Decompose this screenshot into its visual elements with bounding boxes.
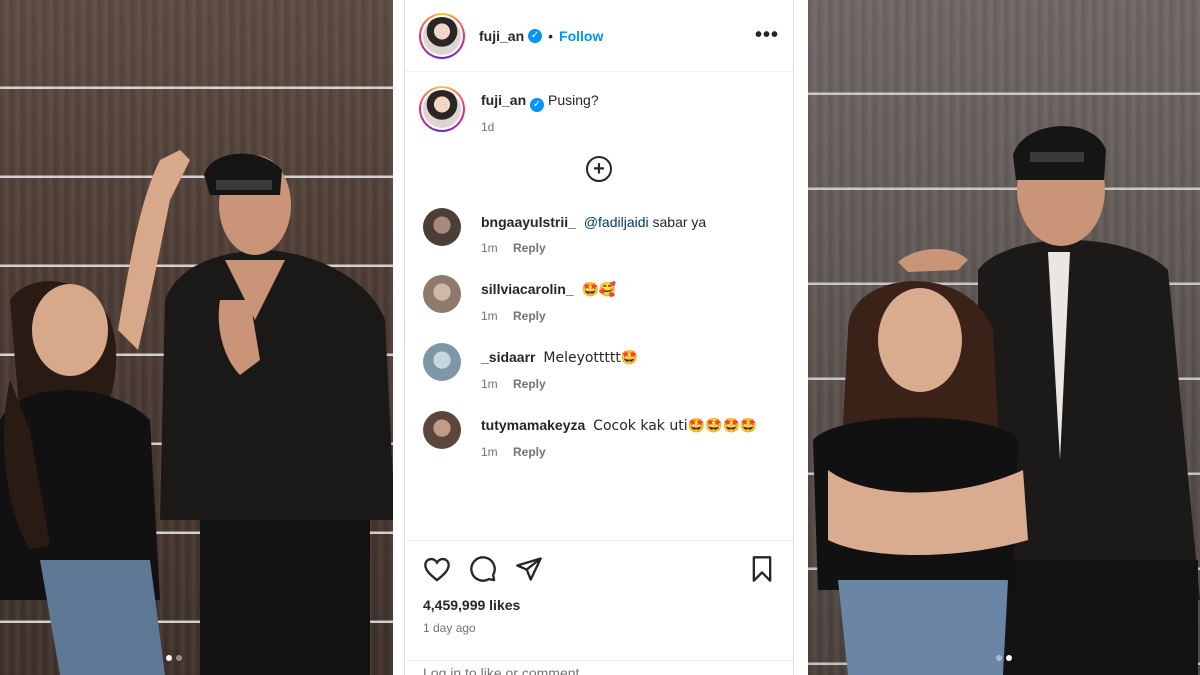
caption-age: 1d	[481, 120, 495, 134]
post-timestamp[interactable]: 1 day ago	[423, 621, 775, 635]
instagram-post-panel: fuji_an ✓ • Follow ••• fuji_an ✓ Pusing? …	[404, 0, 794, 675]
comment-age: 1m	[481, 377, 498, 391]
comment-item: bngaayulstrii_ @fadiljaidi sabar ya 1m R…	[405, 208, 793, 255]
carousel-dot[interactable]	[996, 655, 1002, 661]
caption-username[interactable]: fuji_an	[481, 92, 526, 108]
comment-avatar[interactable]	[423, 208, 461, 246]
avatar-image	[423, 16, 461, 55]
verified-badge-icon: ✓	[530, 98, 545, 112]
post-header: fuji_an ✓ • Follow •••	[405, 0, 793, 72]
follow-button[interactable]: Follow	[559, 28, 603, 44]
comment-age: 1m	[481, 445, 498, 459]
comment-icon[interactable]	[469, 555, 497, 583]
author-avatar[interactable]	[419, 12, 465, 59]
caption-avatar[interactable]	[419, 86, 465, 132]
bookmark-icon[interactable]	[749, 555, 775, 583]
carousel-dot[interactable]	[166, 655, 172, 661]
right-photo	[808, 0, 1200, 675]
comment-text: sabar ya	[652, 214, 707, 230]
comment-text: 🤩🥰	[581, 282, 617, 298]
comment-age: 1m	[481, 309, 498, 323]
heart-icon[interactable]	[423, 556, 451, 582]
avatar-image	[423, 90, 461, 128]
reply-button[interactable]: Reply	[513, 309, 546, 323]
carousel-dots-right	[996, 655, 1012, 661]
carousel-dot[interactable]	[176, 655, 182, 661]
post-caption: fuji_an ✓ Pusing? 1d	[405, 72, 793, 134]
comment-item: _sidaarr Meleyottttt🤩 1m Reply	[405, 343, 793, 391]
author-username[interactable]: fuji_an	[479, 28, 524, 44]
carousel-dots-left	[166, 655, 182, 661]
couple-photo-right	[813, 126, 1200, 675]
more-options-icon[interactable]: •••	[755, 24, 779, 47]
caption-text: Pusing?	[548, 92, 599, 108]
comment-username[interactable]: sillviacarolin_	[481, 281, 574, 297]
verified-badge-icon: ✓	[528, 28, 543, 43]
comment-avatar[interactable]	[423, 411, 461, 449]
comment-age: 1m	[481, 241, 498, 255]
reply-button[interactable]: Reply	[513, 241, 546, 255]
comment-username[interactable]: bngaayulstrii_	[481, 214, 576, 230]
left-photo	[0, 0, 393, 675]
comment-mention[interactable]: @fadiljaidi	[584, 214, 649, 230]
share-icon[interactable]	[515, 556, 543, 582]
post-actions: 4,459,999 likes 1 day ago	[405, 540, 793, 635]
comment-item: sillviacarolin_ 🤩🥰 1m Reply	[405, 275, 793, 323]
comment-avatar[interactable]	[423, 343, 461, 381]
reply-button[interactable]: Reply	[513, 445, 546, 459]
carousel-dot[interactable]	[1006, 655, 1012, 661]
comment-item: tutymamakeyza Cocok kak uti🤩🤩🤩🤩 1m Reply	[405, 411, 793, 459]
comment-username[interactable]: tutymamakeyza	[481, 417, 585, 433]
reply-button[interactable]: Reply	[513, 377, 546, 391]
plus-circle-icon[interactable]: +	[586, 156, 612, 182]
comment-username[interactable]: _sidaarr	[481, 349, 535, 365]
comment-avatar[interactable]	[423, 275, 461, 313]
header-separator: •	[548, 27, 554, 44]
likes-count[interactable]: 4,459,999 likes	[423, 597, 775, 613]
comment-text: Meleyottttt🤩	[543, 350, 639, 366]
comment-text: Cocok kak uti🤩🤩🤩🤩	[593, 418, 758, 434]
couple-photo-left	[0, 150, 393, 675]
add-comment-prompt[interactable]: Log in to like or comment.	[405, 660, 793, 675]
load-more-comments: +	[405, 156, 793, 182]
